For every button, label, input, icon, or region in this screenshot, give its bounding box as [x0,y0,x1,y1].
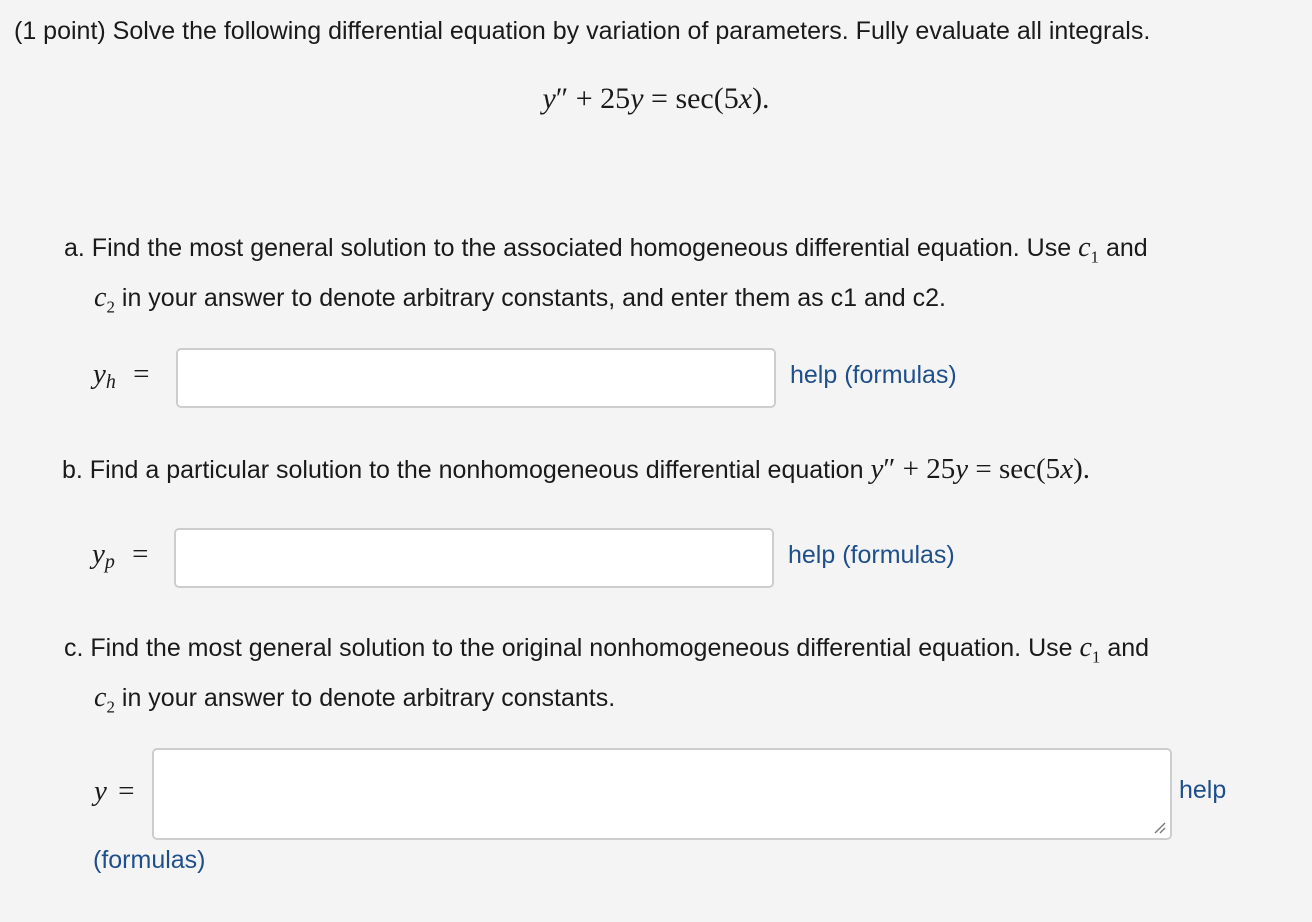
y-label: y = [94,775,135,807]
resize-grip-icon[interactable] [1152,820,1166,834]
part-c-and: and [1107,634,1150,662]
eq-var-y: y [542,82,556,115]
part-a-line2: in your answer to denote arbitrary const… [121,283,946,312]
y-answer-textarea[interactable] [152,748,1172,840]
part-c-question: c. Find the most general solution to the… [64,628,1149,727]
main-equation: y″ + 25y = sec(5x). [0,82,1312,116]
part-a-line1: a. Find the most general solution to the… [64,234,1072,262]
part-a-question: a. Find the most general solution to the… [64,228,1148,327]
part-b-text: b. Find a particular solution to the non… [62,456,864,484]
yp-answer-input[interactable] [174,528,774,588]
part-b-question: b. Find a particular solution to the non… [62,449,1090,490]
part-a-c1: c1 [1078,232,1100,267]
part-c-line1: c. Find the most general solution to the… [64,634,1073,662]
yh-label: yh = [93,358,150,393]
eq-rhs: sec(5 [675,82,739,115]
yh-answer-input[interactable] [176,348,776,408]
part-c-c1: c1 [1079,632,1101,667]
eq-var-y2: y [630,82,644,115]
part-a-help-link[interactable]: help (formulas) [790,361,957,390]
yp-label: yp = [92,538,149,573]
problem-intro: (1 point) Solve the following differenti… [14,17,1151,45]
part-c-line2: in your answer to denote arbitrary const… [121,683,616,712]
part-c-c2: c2 [94,681,115,717]
eq-equals: = [651,82,668,115]
part-a-c2: c2 [94,281,115,317]
eq-plus-25: + 25 [575,82,631,115]
eq-rhs-close: ). [752,82,770,115]
eq-prime: ″ [555,82,569,115]
part-c-formulas-link[interactable]: (formulas) [93,846,206,875]
part-c-help-link[interactable]: help [1179,776,1226,805]
part-a-and: and [1105,234,1148,262]
part-b-equation: y″ + 25y = sec(5x). [870,453,1090,485]
part-b-help-link[interactable]: help (formulas) [788,541,955,570]
eq-rhs-var: x [738,82,753,115]
